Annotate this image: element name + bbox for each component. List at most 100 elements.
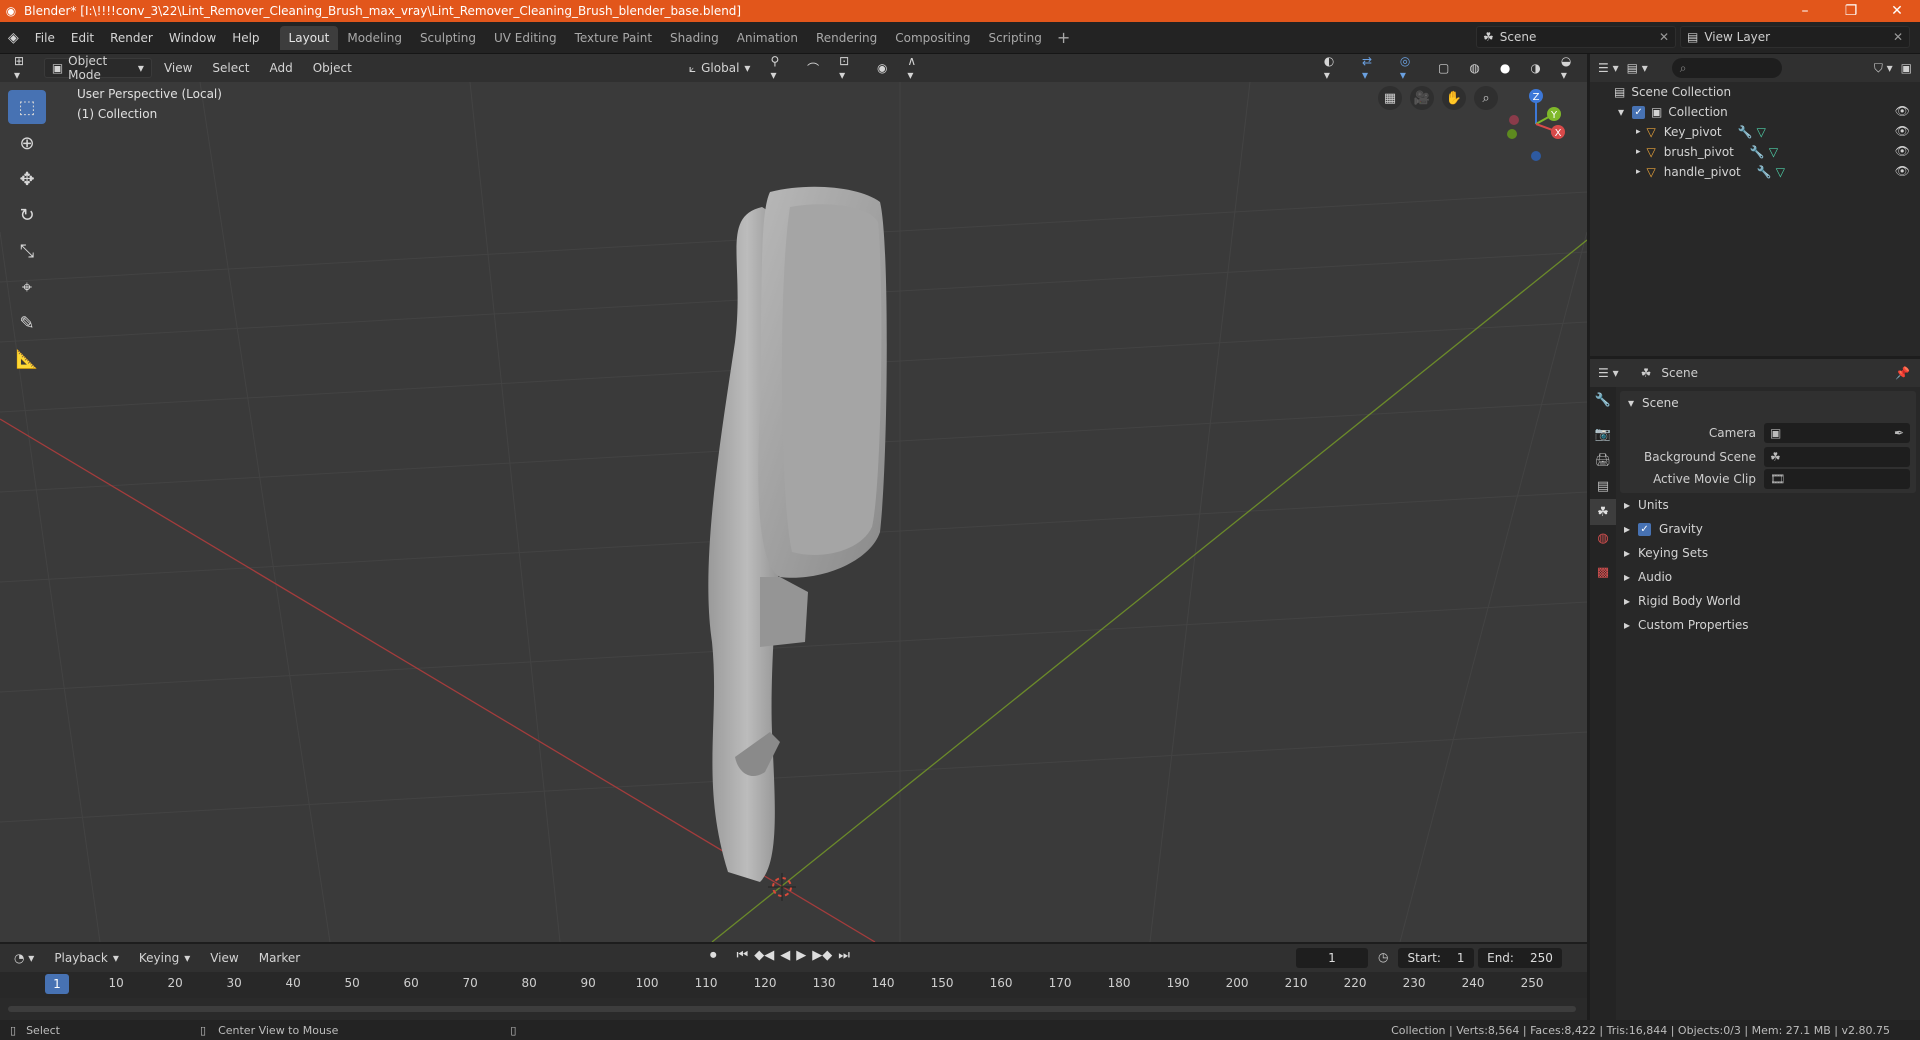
editor-type-button[interactable]: ◔ ▾ — [6, 948, 42, 968]
close-button[interactable]: ✕ — [1874, 3, 1920, 19]
timeline-scrollbar[interactable] — [8, 1006, 1576, 1012]
record-icon[interactable]: ⏺ — [710, 948, 717, 963]
wireframe-shading-button[interactable]: ◍ — [1461, 58, 1487, 78]
prev-keyframe-icon[interactable]: ◆◀ — [754, 948, 774, 963]
outliner-row-handle-pivot[interactable]: ▸ ▽ handle_pivot 🔧 ▽ 👁 — [1590, 162, 1920, 182]
overlay-toggle[interactable]: ◎ ▾ — [1392, 54, 1426, 82]
editor-type-icon[interactable]: ☰ ▾ — [1598, 61, 1619, 75]
transform-tool-icon[interactable]: ⌖ — [8, 270, 46, 304]
xray-toggle[interactable]: ▢ — [1430, 58, 1457, 78]
render-tab-icon[interactable]: 📷 — [1590, 421, 1616, 447]
units-panel[interactable]: ▸ Units — [1616, 493, 1920, 517]
material-shading-button[interactable]: ◑ — [1522, 58, 1548, 78]
add-workspace-button[interactable]: + — [1051, 26, 1076, 50]
background-scene-field[interactable]: ☘ — [1764, 447, 1910, 467]
output-tab-icon[interactable]: 🖨 — [1590, 447, 1616, 473]
annotate-tool-icon[interactable]: ✎ — [8, 306, 46, 340]
pan-hand-icon[interactable]: ✋ — [1442, 86, 1466, 110]
tab-animation[interactable]: Animation — [728, 26, 807, 50]
outliner-row-scene-collection[interactable]: ▤ Scene Collection — [1590, 82, 1920, 102]
jump-end-icon[interactable]: ⏭ — [838, 948, 850, 963]
tab-scripting[interactable]: Scripting — [979, 26, 1050, 50]
editor-type-button[interactable]: ⊞ ▾ — [6, 54, 40, 82]
modifier-wrench-icon[interactable]: 🔧 — [1750, 145, 1765, 159]
current-frame-field[interactable]: 1 — [1296, 948, 1368, 968]
play-icon[interactable]: ▶ — [796, 948, 806, 963]
mode-dropdown[interactable]: ▣ Object Mode ▾ — [43, 54, 152, 82]
tab-layout[interactable]: Layout — [279, 25, 339, 50]
active-movie-clip-field[interactable]: 🎞 — [1764, 469, 1910, 489]
measure-tool-icon[interactable]: 📐 — [8, 342, 46, 376]
expand-arrow-icon[interactable]: ▸ — [1636, 167, 1641, 177]
menu-edit[interactable]: Edit — [63, 31, 102, 45]
transform-orientation-dropdown[interactable]: ⟀ Global ▾ — [681, 58, 759, 78]
close-icon[interactable]: ✕ — [1893, 30, 1903, 44]
mesh-data-icon[interactable]: ▽ — [1776, 165, 1785, 179]
gizmo-toggle[interactable]: ⇄ ▾ — [1354, 54, 1388, 82]
tab-modeling[interactable]: Modeling — [338, 26, 411, 50]
audio-panel[interactable]: ▸ Audio — [1616, 565, 1920, 589]
menu-add[interactable]: Add — [261, 58, 300, 78]
menu-keying[interactable]: Keying ▾ — [131, 948, 198, 968]
eyedropper-icon[interactable]: ✒ — [1894, 426, 1904, 440]
blender-menu-icon[interactable]: ◈ — [0, 30, 27, 46]
collapse-arrow-icon[interactable]: ▾ — [1618, 105, 1624, 119]
cursor-tool-icon[interactable]: ⊕ — [8, 126, 46, 160]
outliner-row-collection[interactable]: ▾ ✓ ▣ Collection 👁 — [1590, 102, 1920, 122]
close-icon[interactable]: ✕ — [1659, 30, 1669, 44]
menu-window[interactable]: Window — [161, 31, 224, 45]
menu-help[interactable]: Help — [224, 31, 267, 45]
filter-icon[interactable]: ⛉ ▾ — [1874, 61, 1893, 76]
play-reverse-icon[interactable]: ◀ — [780, 948, 790, 963]
solid-shading-button[interactable]: ● — [1492, 58, 1518, 78]
tab-sculpting[interactable]: Sculpting — [411, 26, 485, 50]
rendered-shading-button[interactable]: ◒ ▾ — [1553, 54, 1587, 82]
menu-select[interactable]: Select — [204, 58, 257, 78]
texture-tab-icon[interactable]: ▩ — [1590, 559, 1616, 585]
gravity-checkbox[interactable]: ✓ — [1638, 522, 1652, 536]
start-frame-field[interactable]: Start: 1 — [1398, 948, 1474, 968]
tab-rendering[interactable]: Rendering — [807, 26, 886, 50]
outliner-search-input[interactable]: ⌕ — [1671, 58, 1782, 78]
tab-shading[interactable]: Shading — [661, 26, 728, 50]
rotate-tool-icon[interactable]: ↻ — [8, 198, 46, 232]
mesh-data-icon[interactable]: ▽ — [1769, 145, 1778, 159]
navigation-gizmo[interactable]: Z Y X — [1490, 84, 1570, 164]
3d-viewport[interactable] — [0, 82, 1587, 942]
scene-tab-icon[interactable]: ☘ — [1590, 499, 1616, 525]
pin-icon[interactable]: 📌 — [1895, 366, 1910, 380]
clock-icon[interactable]: ◷ — [1378, 950, 1388, 964]
eye-icon[interactable]: 👁 — [1895, 104, 1910, 118]
tab-compositing[interactable]: Compositing — [886, 26, 979, 50]
jump-start-icon[interactable]: ⏮ — [737, 948, 749, 963]
falloff-button[interactable]: ∧ ▾ — [899, 54, 932, 82]
end-frame-field[interactable]: End: 250 — [1478, 948, 1562, 968]
modifier-wrench-icon[interactable]: 🔧 — [1738, 125, 1753, 139]
grid-view-icon[interactable]: ▦ — [1378, 86, 1402, 110]
proportional-edit-button[interactable]: ◉ — [869, 58, 895, 78]
display-mode-icon[interactable]: ▤ ▾ — [1627, 61, 1648, 75]
visibility-button[interactable]: ◐ ▾ — [1316, 54, 1350, 82]
menu-render[interactable]: Render — [102, 31, 161, 45]
modifier-wrench-icon[interactable]: 🔧 — [1757, 165, 1772, 179]
minimize-button[interactable]: – — [1782, 3, 1828, 19]
outliner-row-key-pivot[interactable]: ▸ ▽ Key_pivot 🔧 ▽ 👁 — [1590, 122, 1920, 142]
restore-button[interactable]: ❐ — [1828, 3, 1874, 19]
expand-arrow-icon[interactable]: ▸ — [1636, 147, 1641, 157]
move-tool-icon[interactable]: ✥ — [8, 162, 46, 196]
menu-view[interactable]: View — [156, 58, 200, 78]
select-box-tool-icon[interactable]: ⬚ — [8, 90, 46, 124]
editor-type-icon[interactable]: ☰ ▾ — [1598, 366, 1619, 380]
brush-model[interactable] — [708, 186, 887, 882]
rigid-body-world-panel[interactable]: ▸ Rigid Body World — [1616, 589, 1920, 613]
tab-texture-paint[interactable]: Texture Paint — [566, 26, 661, 50]
menu-object[interactable]: Object — [305, 58, 360, 78]
outliner-row-brush-pivot[interactable]: ▸ ▽ brush_pivot 🔧 ▽ 👁 — [1590, 142, 1920, 162]
keying-sets-panel[interactable]: ▸ Keying Sets — [1616, 541, 1920, 565]
eye-icon[interactable]: 👁 — [1895, 124, 1910, 138]
menu-playback[interactable]: Playback ▾ — [46, 948, 127, 968]
view-layer-tab-icon[interactable]: ▤ — [1590, 473, 1616, 499]
view-layer-selector[interactable]: ▤ View Layer ✕ — [1680, 26, 1910, 48]
menu-view[interactable]: View — [202, 948, 246, 968]
timeline-ruler[interactable]: 1 10 20 30 40 50 60 70 80 90 100 110 120 130 140 150 160… — [0, 972, 1587, 998]
